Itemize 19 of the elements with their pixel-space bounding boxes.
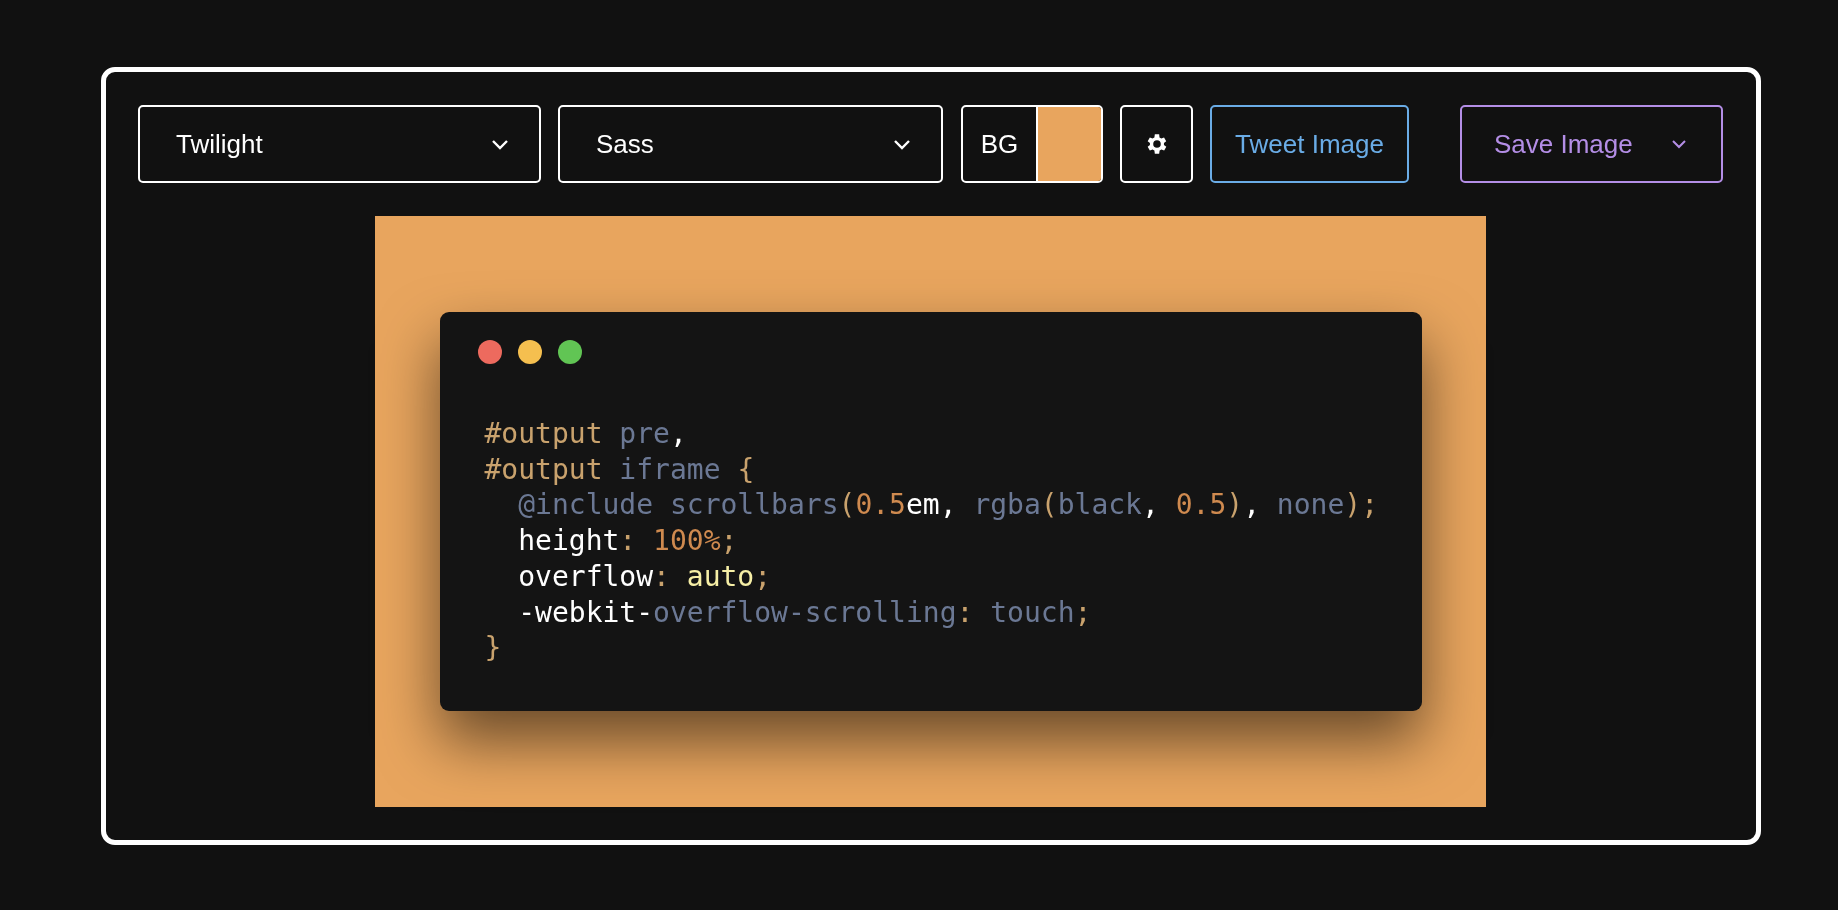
tweet-image-button[interactable]: Tweet Image [1210,105,1409,183]
chevron-down-icon [893,138,911,150]
save-image-button[interactable]: Save Image [1460,105,1723,183]
theme-select[interactable]: Twilight [138,105,541,183]
close-dot-icon [477,340,502,364]
chevron-down-icon [1671,139,1687,149]
background-color-picker[interactable]: BG [961,105,1103,183]
minimize-dot-icon [517,340,542,364]
settings-button[interactable] [1120,105,1193,183]
code-line: -webkit-overflow-scrolling: touch; [517,594,1093,631]
code-line: } [484,630,503,666]
maximize-dot-icon [557,340,582,364]
language-select[interactable]: Sass [558,105,943,183]
code-line: overflow: auto; [517,558,773,595]
code-line: @include scrollbars(0.5em, rgba(black, 0.5), none); [517,487,1379,524]
code-line: height: 100%; [517,523,739,559]
chevron-down-icon [491,138,509,150]
code-line: #output iframe { [484,451,756,488]
code-line: #output pre, [484,416,688,452]
